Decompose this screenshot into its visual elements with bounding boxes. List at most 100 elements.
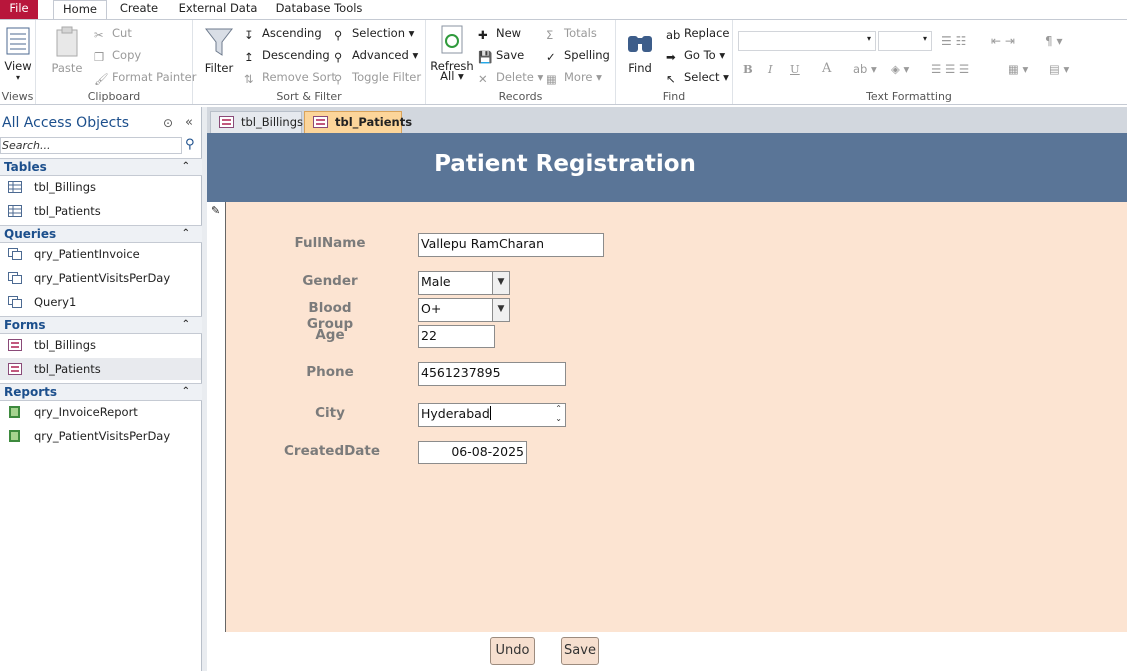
group-sort-filter: Filter ↧ Ascending ↥ Descending ⇅ Remove So…	[193, 20, 426, 104]
refresh-all-button[interactable]: Refresh All ▾	[430, 24, 474, 83]
nav-section-reports[interactable]: Reports ⌃	[0, 383, 202, 401]
align-icons[interactable]: ☰ ☰ ☰	[931, 60, 969, 78]
chevron-down-icon[interactable]: ▼	[492, 272, 509, 294]
nav-item-query-visits-per-day[interactable]: qry_PatientVisitsPerDay	[0, 267, 201, 289]
age-field[interactable]: 22	[418, 325, 495, 348]
ribbon-tab-bar: File Home Create External Data Database …	[0, 0, 1127, 20]
spelling-icon: ✓	[546, 50, 556, 64]
alternate-row-color-icon[interactable]: ▤ ▾	[1049, 60, 1069, 78]
view-button[interactable]: View ▾	[2, 26, 34, 82]
doc-tab-billings[interactable]: tbl_Billings	[210, 111, 304, 133]
phone-field[interactable]: 4561237895	[418, 362, 566, 386]
nav-header[interactable]: All Access Objects ⊙ «	[0, 112, 202, 134]
scissors-icon: ✂	[94, 28, 104, 42]
nav-section-tables[interactable]: Tables ⌃	[0, 158, 202, 176]
format-painter-button[interactable]: 🖌 Format Painter	[94, 68, 196, 86]
nav-item-report-invoice[interactable]: qry_InvoiceReport	[0, 401, 201, 423]
scroll-arrows-icon[interactable]: ⌃ ⌄	[555, 404, 562, 424]
replace-icon: ab	[666, 28, 681, 42]
paragraph-direction-icon[interactable]: ¶ ▾	[1045, 32, 1062, 50]
datasheet-view-icon	[6, 27, 30, 55]
nav-search-input[interactable]: Search...	[0, 137, 182, 154]
item-label: qry_PatientInvoice	[34, 247, 140, 261]
undo-button[interactable]: Undo	[490, 637, 535, 665]
spelling-button[interactable]: ✓ Spelling	[546, 46, 610, 64]
fill-color-icon[interactable]: ◈ ▾	[891, 60, 909, 78]
report-icon	[9, 430, 20, 442]
remove-sort-button[interactable]: ⇅ Remove Sort	[244, 68, 336, 86]
toggle-filter-button[interactable]: ⚲ Toggle Filter	[334, 68, 421, 86]
bold-button[interactable]: B	[743, 60, 753, 78]
goto-button[interactable]: ➡ Go To ▾	[666, 46, 725, 64]
more-icon: ▦	[546, 72, 557, 86]
label-age: Age	[315, 327, 345, 343]
item-label: tbl_Billings	[34, 338, 97, 352]
chevron-down-icon: ▾	[15, 73, 20, 82]
search-icon[interactable]: ⚲	[185, 137, 195, 152]
new-record-button[interactable]: ✚ New	[478, 24, 521, 42]
form-icon	[8, 339, 22, 351]
nav-item-table-patients[interactable]: tbl_Patients	[0, 200, 201, 222]
group-label-sort-filter: Sort & Filter	[276, 90, 342, 103]
highlight-icon[interactable]: ab ▾	[853, 60, 877, 78]
collapse-pane-icon[interactable]: «	[185, 112, 193, 134]
nav-item-query1[interactable]: Query1	[0, 291, 201, 313]
more-button[interactable]: ▦ More ▾	[546, 68, 602, 86]
font-color-button[interactable]: A	[822, 60, 831, 78]
tab-home[interactable]: Home	[53, 0, 107, 20]
chevron-down-icon[interactable]: ▼	[492, 299, 509, 321]
tab-create[interactable]: Create	[116, 0, 162, 19]
spelling-label: Spelling	[564, 48, 610, 62]
nav-item-form-billings[interactable]: tbl_Billings	[0, 334, 201, 356]
created-date-field[interactable]: 06-08-2025	[418, 441, 527, 464]
form-detail: FullName Vallepu RamCharan Gender Male ▼ …	[226, 202, 1127, 632]
totals-button[interactable]: Σ Totals	[546, 24, 597, 42]
city-field[interactable]: Hyderabad ⌃ ⌄	[418, 403, 566, 427]
underline-button[interactable]: U	[790, 60, 800, 78]
copy-button[interactable]: ❐ Copy	[94, 46, 141, 64]
nav-item-table-billings[interactable]: tbl_Billings	[0, 176, 201, 198]
paste-button[interactable]: Paste	[48, 26, 86, 75]
delete-record-button[interactable]: ✕ Delete ▾	[478, 68, 543, 86]
tab-external-data[interactable]: External Data	[176, 0, 260, 19]
fullname-field[interactable]: Vallepu RamCharan	[418, 233, 604, 257]
font-size-combo[interactable]: ▾	[878, 31, 932, 51]
font-name-combo[interactable]: ▾	[738, 31, 876, 51]
gridlines-icon[interactable]: ▦ ▾	[1008, 60, 1028, 78]
bullets-icon[interactable]: ☰ ☷	[941, 32, 966, 50]
doc-tab-label: tbl_Billings	[241, 115, 304, 129]
goto-arrow-icon: ➡	[666, 50, 676, 64]
doc-tab-patients[interactable]: tbl_Patients	[304, 111, 412, 133]
tab-file[interactable]: File	[0, 0, 38, 19]
nav-dropdown-icon[interactable]: ⊙	[163, 112, 173, 134]
italic-button[interactable]: I	[768, 60, 773, 78]
replace-button[interactable]: ab Replace	[666, 24, 730, 42]
save-record-button[interactable]: 💾 Save	[478, 46, 524, 64]
nav-item-report-visits-per-day[interactable]: qry_PatientVisitsPerDay	[0, 425, 201, 447]
selection-label: Selection	[352, 26, 405, 40]
cut-button[interactable]: ✂ Cut	[94, 24, 132, 42]
nav-item-form-patients[interactable]: tbl_Patients	[0, 358, 201, 380]
blood-group-combo[interactable]: O+ ▼	[418, 298, 510, 322]
nav-title: All Access Objects	[2, 115, 130, 131]
nav-section-forms[interactable]: Forms ⌃	[0, 316, 202, 334]
tab-database-tools[interactable]: Database Tools	[272, 0, 366, 19]
save-button[interactable]: Save	[561, 637, 599, 665]
indent-icon[interactable]: ⇤ ⇥	[991, 32, 1015, 50]
ascending-button[interactable]: ↧ Ascending	[244, 24, 322, 42]
filter-button[interactable]: Filter	[199, 26, 239, 75]
find-button[interactable]: Find	[622, 26, 658, 75]
select-button[interactable]: ↖ Select ▾	[666, 68, 729, 86]
record-selector[interactable]: ✎	[207, 202, 226, 632]
descending-button[interactable]: ↥ Descending	[244, 46, 330, 64]
binoculars-icon	[628, 36, 652, 52]
remove-sort-label: Remove Sort	[262, 70, 336, 84]
nav-section-queries[interactable]: Queries ⌃	[0, 225, 202, 243]
query-icon	[8, 296, 22, 308]
nav-item-query-patient-invoice[interactable]: qry_PatientInvoice	[0, 243, 201, 265]
advanced-button[interactable]: ⚲ Advanced ▾	[334, 46, 418, 64]
descending-label: Descending	[262, 48, 330, 62]
gender-combo[interactable]: Male ▼	[418, 271, 510, 295]
toggle-filter-label: Toggle Filter	[352, 70, 422, 84]
selection-button[interactable]: ⚲ Selection ▾	[334, 24, 414, 42]
